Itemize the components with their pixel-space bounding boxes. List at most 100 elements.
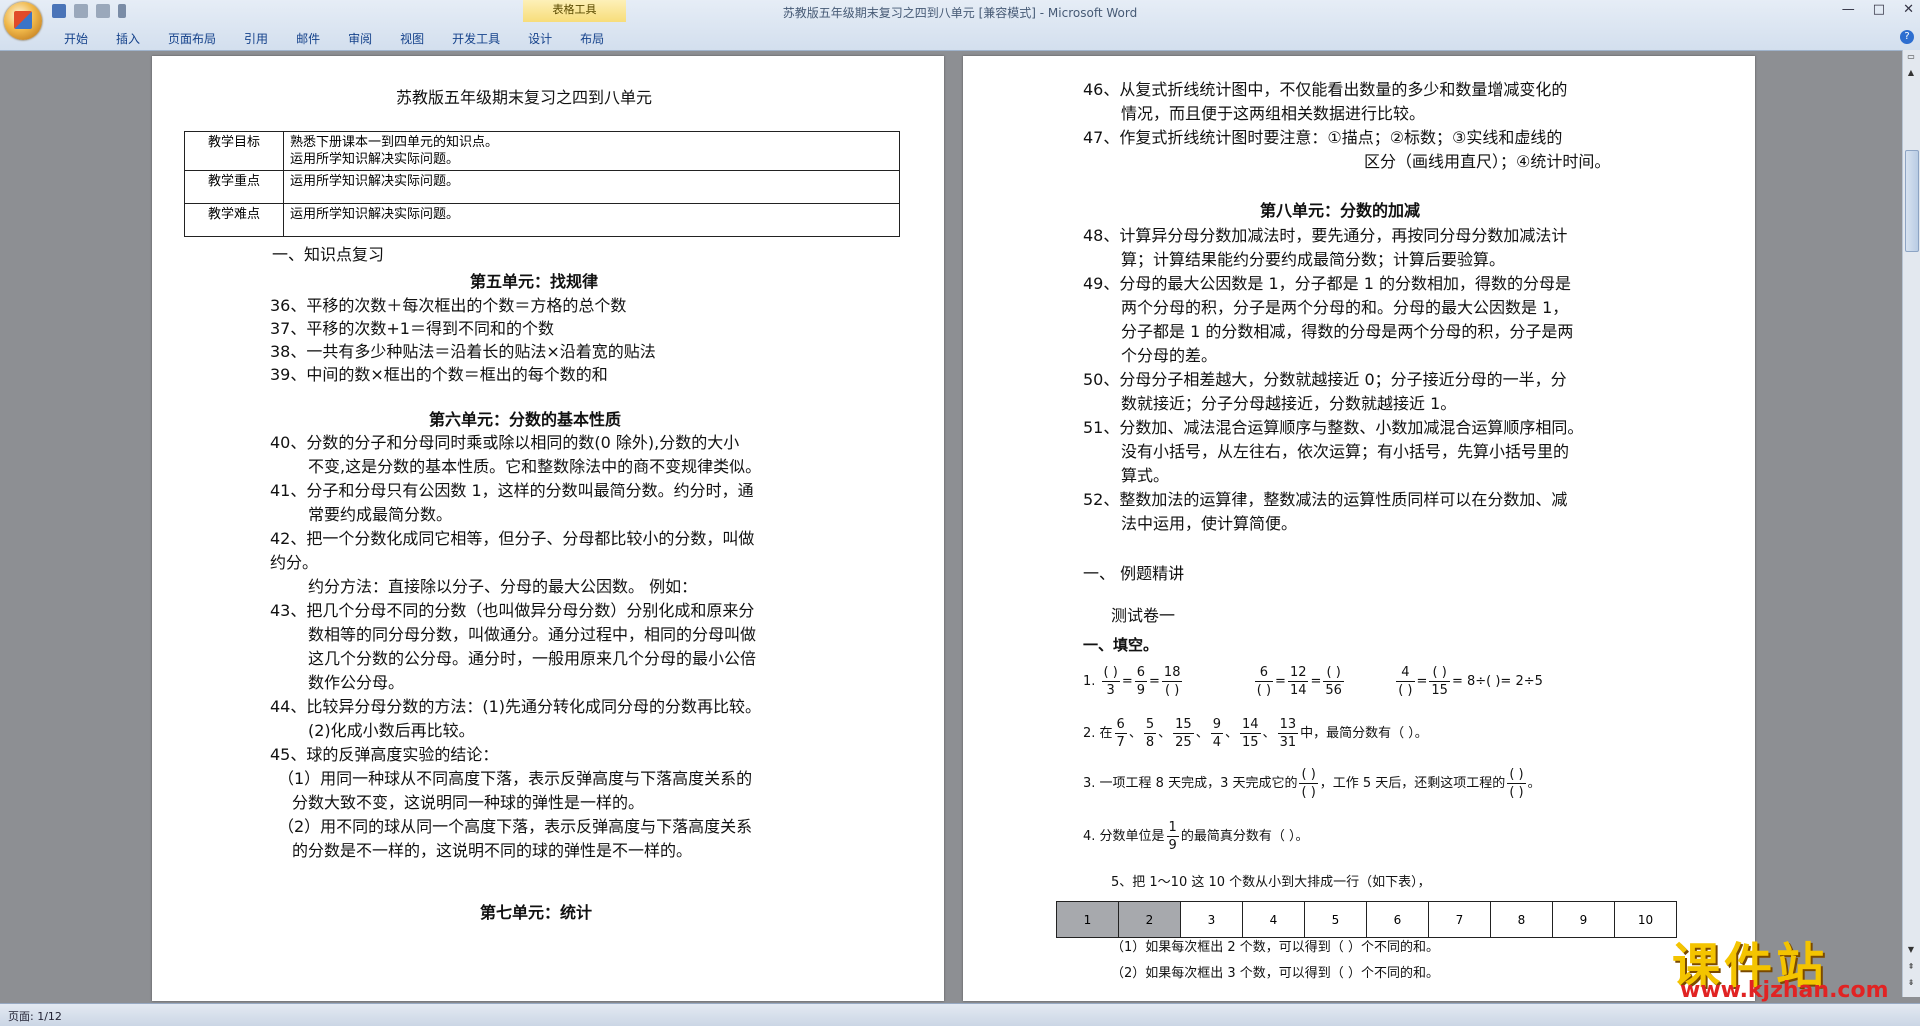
close-icon[interactable]: ✕ [1903,2,1914,17]
paragraph: 约分。 [270,553,319,572]
paragraph: 40、分数的分子和分母同时乘或除以相同的数(0 除外),分数的大小 [270,433,740,452]
tab-developer[interactable]: 开发工具 [438,28,514,49]
window-title: 苏教版五年级期末复习之四到八单元 [兼容模式] - Microsoft Word [782,6,1138,20]
numerator: ( ) [1323,664,1344,682]
table-cell[interactable]: 8 [1490,901,1553,938]
document-page-2: 46、从复式折线统计图中，不仅能看出数量的多少和数量增减变化的 情况，而且便于这… [963,56,1755,1001]
page-indicator[interactable]: 页面: 1/12 [8,1008,62,1024]
paragraph: （2）用不同的球从同一个高度下落，表示反弹高度与下落高度关系 [278,817,753,836]
subquestion: （1）如果每次框出 2 个数，可以得到（ ）个不同的和。 [1111,940,1439,955]
vertical-scrollbar[interactable]: ▭ ▲ ▼ ⇞ ⇟ [1902,50,1920,997]
paragraph: 两个分母的积，分子是两个分母的和。分母的最大公因数是 1， [1121,298,1569,317]
help-icon[interactable]: ? [1900,30,1914,44]
paragraph: 数就接近；分子分母越接近，分数就越接近 1。 [1121,394,1457,413]
unit-heading: 第七单元：统计 [480,903,593,922]
table-cell: 熟悉下册课本一到四单元的知识点。 运用所学知识解决实际问题。 [283,131,900,171]
question-text: 3. 一项工程 8 天完成，3 天完成它的 [1083,776,1298,791]
denominator: 7 [1116,735,1125,750]
minimize-icon[interactable]: — [1842,2,1855,17]
cell-line: 运用所学知识解决实际问题。 [290,152,460,167]
fraction: 14 15 [1240,716,1261,751]
numerator: 14 [1240,717,1261,734]
table-cell[interactable]: 9 [1552,901,1615,938]
denominator: 3 [1106,683,1115,698]
tab-insert[interactable]: 插入 [102,28,154,49]
paragraph: 42、把一个分数化成同它相等，但分子、分母都比较小的分数，叫做 [270,529,755,548]
objectives-table: 教学目标 熟悉下册课本一到四单元的知识点。 运用所学知识解决实际问题。 教学重点 … [184,131,900,237]
paragraph: 没有小括号，从左往右，依次运算；有小括号，先算小括号里的 [1121,442,1570,461]
tab-review[interactable]: 审阅 [334,28,386,49]
paragraph: 43、把几个分母不同的分数（也叫做异分母分数）分别化成和原来分 [270,601,755,620]
numerator: 6 [1134,665,1148,682]
tab-home[interactable]: 开始 [50,28,102,49]
denominator: 15 [1242,735,1259,750]
denominator: 4 [1212,735,1221,750]
paragraph: 算式。 [1121,466,1170,485]
fraction: 67 [1114,716,1127,751]
tab-page-layout[interactable]: 页面布局 [154,28,230,49]
paragraph: （1）用同一种球从不同高度下落，表示反弹高度与下落高度关系的 [278,769,753,788]
numerator: 1 [1166,820,1179,837]
status-bar: 页面: 1/12 [0,1003,1920,1026]
fill-heading: 一、填空。 [1083,636,1159,654]
title-bar: 表格工具 苏教版五年级期末复习之四到八单元 [兼容模式] - Microsoft… [0,0,1920,51]
fraction: ( ) 56 [1323,664,1344,699]
paragraph: 约分方法：直接除以分子、分母的最大公因数。 例如： [308,577,698,596]
document-title: 苏教版五年级期末复习之四到八单元 [396,88,653,107]
section-heading: 一、 例题精讲 [1083,564,1185,583]
table-cell[interactable]: 4 [1242,901,1305,938]
numerator: 4 [1396,664,1415,682]
question-text: 。 [1527,776,1541,791]
table-cell[interactable]: 3 [1180,901,1243,938]
maximize-icon[interactable]: □ [1873,2,1885,17]
table-cell[interactable]: 2 [1118,901,1181,938]
paragraph: 这几个分数的公分母。通分时，一般用原来几个分母的最小公倍 [308,649,757,668]
unit-heading: 第六单元：分数的基本性质 [429,410,622,429]
paragraph: 数作公分母。 [308,673,405,692]
fraction: 13 31 [1277,716,1299,751]
table-cell[interactable]: 7 [1428,901,1491,938]
table-cell[interactable]: 5 [1304,901,1367,938]
scroll-thumb[interactable] [1905,150,1919,252]
tab-mailings[interactable]: 邮件 [282,28,334,49]
tab-references[interactable]: 引用 [230,28,282,49]
table-cell: 教学重点 [184,170,284,204]
ruler-toggle-icon[interactable]: ▭ [1905,52,1917,64]
table-cell[interactable]: 1 [1056,901,1119,938]
unit-heading: 第八单元：分数的加减 [1260,201,1421,220]
scroll-up-icon[interactable]: ▲ [1905,68,1917,80]
paragraph: 不变,这是分数的基本性质。它和整数除法中的商不变规律类似。 [308,457,762,476]
denominator: 8 [1145,735,1155,750]
question-text: 2. 在 [1083,726,1113,741]
paragraph: 46、从复式折线统计图中，不仅能看出数量的多少和数量增减变化的 [1083,80,1568,99]
paragraph: 45、球的反弹高度实验的结论： [270,745,499,764]
tab-design[interactable]: 设计 [514,28,566,49]
table-cell[interactable]: 6 [1366,901,1429,938]
denominator: ( ) [1165,683,1180,698]
tab-layout[interactable]: 布局 [566,28,618,49]
paragraph: 分数大致不变，这说明同一种球的弹性是一样的。 [292,793,645,812]
denominator: ( ) [1398,683,1413,698]
denominator: 56 [1325,683,1342,698]
fraction: ( )( ) [1507,766,1526,801]
denominator: 15 [1431,683,1448,698]
paragraph: 52、整数加法的运算律，整数减法的运算性质同样可以在分数加、减 [1083,490,1568,509]
question-text: 的最简真分数有（ ）。 [1180,829,1309,844]
denominator: ( ) [1509,785,1524,800]
denominator: ( ) [1256,683,1272,698]
denominator: 25 [1175,735,1192,750]
watermark-logo: 课件站 www.kjzhan.com [1672,926,1907,1003]
table-cell[interactable]: 10 [1614,901,1677,938]
question-2: 2. 在 6 7、 5 8、 15 25、 9 4、 14 15、 13 31 中，最简分数有（ ）。 [1083,716,1428,751]
fraction: ( ) 15 [1429,664,1450,699]
question-number: 1. [1083,674,1096,689]
paragraph: 49、分母的最大公因数是 1，分子都是 1 的分数相加，得数的分母是 [1083,274,1571,293]
paragraph: 47、作复式折线统计图时要注意：①描点；②标数；③实线和虚线的 [1083,128,1563,147]
fraction: 6( ) [1254,664,1274,699]
numerator: 5 [1143,717,1157,734]
subquestion: （2）如果每次框出 3 个数，可以得到（ ）个不同的和。 [1111,966,1439,981]
section-heading: 一、知识点复习 [272,245,385,264]
test-title: 测试卷一 [1111,606,1176,625]
table-cell: 教学难点 [184,203,284,237]
tab-view[interactable]: 视图 [386,28,438,49]
